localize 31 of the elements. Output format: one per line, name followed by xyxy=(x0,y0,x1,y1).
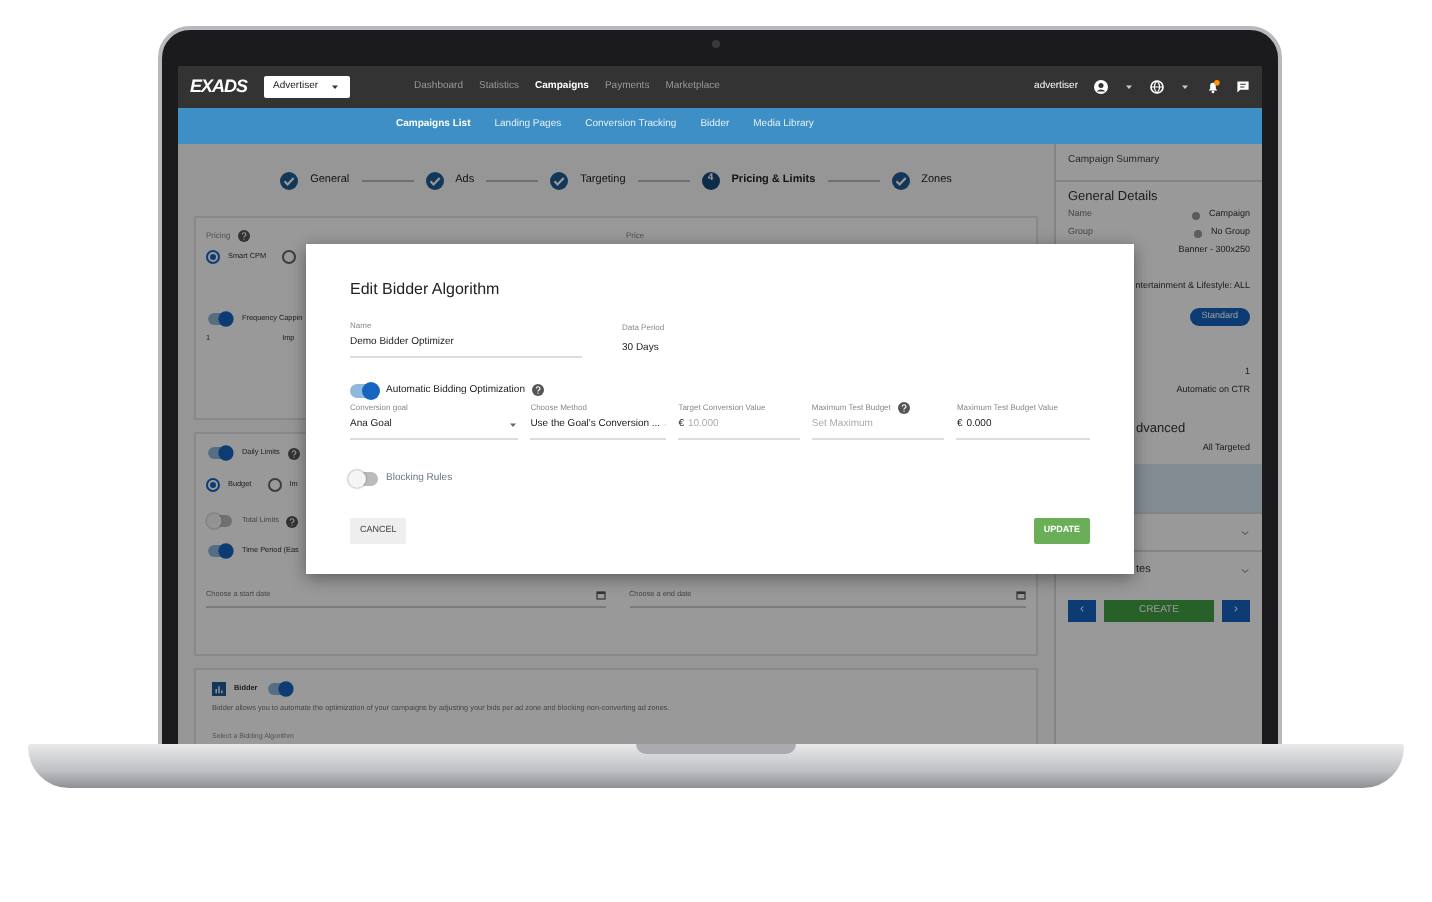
chevron-icon xyxy=(1240,527,1250,537)
modal-title: Edit Bidder Algorithm xyxy=(350,278,502,302)
toggle-switch[interactable] xyxy=(350,471,378,486)
chevron-icon xyxy=(1240,565,1250,575)
toggle-switch[interactable] xyxy=(208,313,232,325)
toggle-switch[interactable] xyxy=(208,545,232,557)
help-icon xyxy=(286,515,299,527)
help-icon xyxy=(287,447,300,459)
step-check-icon xyxy=(891,171,910,189)
step-check-icon xyxy=(550,171,569,189)
globe-icon xyxy=(1150,80,1164,94)
toggle-switch[interactable] xyxy=(350,383,378,398)
chart-icon xyxy=(212,682,226,696)
radio-button[interactable] xyxy=(206,478,220,492)
toggle-switch[interactable] xyxy=(267,683,292,695)
chat-icon xyxy=(1236,80,1250,94)
radio-button[interactable] xyxy=(282,250,297,264)
step-check-icon xyxy=(425,171,444,189)
radio-button[interactable] xyxy=(206,250,220,264)
calendar-icon xyxy=(1016,590,1027,601)
logo: EXADS xyxy=(190,73,248,100)
camera-icon xyxy=(712,40,720,48)
toggle-switch[interactable] xyxy=(208,447,232,459)
toggle-switch[interactable] xyxy=(208,515,232,527)
step-check-icon xyxy=(280,171,299,189)
help-icon xyxy=(238,230,251,242)
radio-button[interactable] xyxy=(267,478,282,492)
calendar-icon xyxy=(595,590,606,601)
bell-icon xyxy=(1206,80,1220,94)
help-icon xyxy=(532,384,545,397)
user-icon xyxy=(1094,80,1108,94)
